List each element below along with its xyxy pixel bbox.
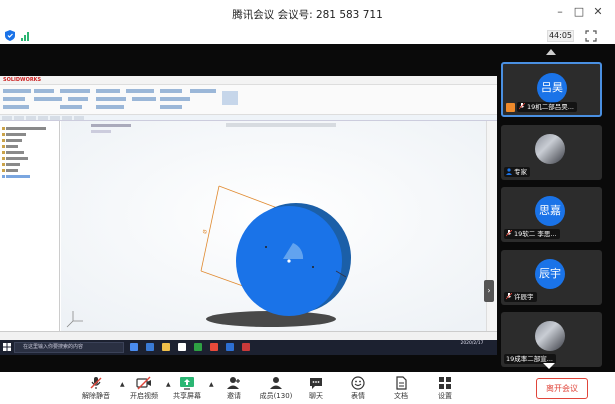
cad-title-bar: SOLIDWORKS [0, 76, 497, 85]
emoji-icon [351, 376, 365, 390]
solidworks-icon[interactable] [210, 343, 218, 351]
meeting-toolbar: 解除静音 ▲ 开启视频 ▲ 共享屏幕 ▲ 邀请 成员(130) 聊天 表情 文档… [0, 372, 615, 404]
mic-muted-icon [90, 377, 102, 389]
signal-icon[interactable] [21, 31, 31, 41]
participant-label: 19机二部吕昊... [517, 102, 577, 112]
model-shadow [206, 311, 336, 327]
cad-viewport[interactable]: Ø [61, 121, 486, 331]
close-icon[interactable]: ✕ [591, 5, 605, 19]
chat-icon [310, 378, 322, 389]
windows-start-icon[interactable] [3, 343, 11, 351]
participant-label: 许辰宇 [504, 292, 537, 302]
docs-label: 文档 [394, 392, 408, 400]
share-screen-label: 共享屏幕 [173, 392, 201, 400]
apps-grid-icon [439, 377, 451, 389]
share-screen-button[interactable]: 共享屏幕 [167, 376, 207, 404]
participant-tile[interactable]: 吕昊 19机二部吕昊... [501, 62, 602, 117]
participant-tile[interactable]: 辰宇 许辰宇 [501, 250, 602, 305]
unmute-label: 解除静音 [82, 392, 110, 400]
invite-icon [227, 377, 240, 389]
app-icon[interactable] [194, 343, 202, 351]
taskbar-search[interactable]: 在这里输入你要搜索的内容 [14, 342, 124, 353]
taskview-icon[interactable] [130, 343, 138, 351]
status-row: 44:05 [0, 28, 615, 44]
mic-muted-icon [506, 230, 512, 237]
participant-name: 专家 [514, 168, 527, 176]
avatar-photo [535, 321, 565, 351]
pdf-icon[interactable] [242, 343, 250, 351]
chevron-right-icon[interactable]: › [484, 280, 494, 302]
minimize-icon[interactable]: – [553, 5, 567, 19]
shared-screen[interactable]: SOLIDWORKS Ø › 在这里输入你要搜索的内容 2020/2/17 [0, 76, 497, 355]
avatar: 辰宇 [535, 259, 565, 289]
mic-muted-icon [519, 103, 525, 110]
edge-icon[interactable] [146, 343, 154, 351]
settings-button[interactable]: 设置 [425, 376, 465, 404]
meeting-title: 腾讯会议 会议号: 281 583 711 [232, 9, 383, 21]
participant-name: 19软二 李思... [514, 230, 557, 238]
participant-name: 许辰宇 [514, 293, 534, 301]
scroll-up-icon[interactable] [546, 48, 556, 56]
folder-icon[interactable] [162, 343, 170, 351]
participant-name: 19机二部吕昊... [527, 103, 574, 111]
leave-meeting-button[interactable]: 离开会议 [536, 378, 588, 399]
participant-tile[interactable]: 19成率二部宣... [501, 312, 602, 367]
start-video-label: 开启视频 [130, 392, 158, 400]
document-icon [396, 376, 407, 390]
cad-toolbar [0, 85, 497, 115]
cad-logo: SOLIDWORKS [3, 77, 42, 83]
cad-model: Ø [61, 121, 486, 331]
taskbar-clock: 2020/2/17 [460, 341, 484, 346]
word-icon[interactable] [226, 343, 234, 351]
avatar: 思嘉 [535, 196, 565, 226]
members-button[interactable]: 成员(130) [256, 376, 296, 404]
start-video-button[interactable]: 开启视频 [124, 376, 164, 404]
avatar-photo [535, 134, 565, 164]
participant-label: 19软二 李思... [504, 229, 560, 239]
invite-button[interactable]: 邀请 [214, 376, 254, 404]
participant-tile[interactable]: 专家 [501, 125, 602, 180]
windows-taskbar: 在这里输入你要搜索的内容 2020/2/17 [0, 340, 497, 355]
scroll-down-icon[interactable] [543, 362, 555, 370]
meeting-timer: 44:05 [547, 30, 574, 42]
feature-tree [0, 121, 60, 331]
settings-label: 设置 [438, 392, 452, 400]
camera-off-icon [136, 376, 151, 390]
docs-button[interactable]: 文档 [381, 376, 421, 404]
cad-status-bar [0, 331, 497, 340]
store-icon[interactable] [178, 343, 186, 351]
avatar: 吕昊 [537, 73, 567, 103]
invite-label: 邀请 [227, 392, 241, 400]
share-screen-icon [180, 377, 194, 390]
chat-label: 聊天 [309, 392, 323, 400]
members-icon [270, 377, 282, 389]
fullscreen-icon[interactable] [585, 30, 597, 42]
unmute-button[interactable]: 解除静音 [76, 376, 116, 404]
reactions-button[interactable]: 表情 [338, 376, 378, 404]
members-label: 成员(130) [259, 392, 293, 400]
reactions-label: 表情 [351, 392, 365, 400]
participant-label: 专家 [504, 167, 530, 177]
meeting-window: 腾讯会议 会议号: 281 583 711 – □ ✕ 44:05 SOLIDW… [0, 0, 615, 404]
mic-muted-icon [506, 293, 512, 300]
shield-icon[interactable] [5, 30, 15, 41]
maximize-icon[interactable]: □ [572, 5, 586, 19]
user-icon [506, 168, 512, 175]
participant-tile[interactable]: 思嘉 19软二 李思... [501, 187, 602, 242]
host-badge-icon [506, 103, 515, 112]
title-bar: 腾讯会议 会议号: 281 583 711 – □ ✕ [0, 0, 615, 28]
chat-button[interactable]: 聊天 [296, 376, 336, 404]
